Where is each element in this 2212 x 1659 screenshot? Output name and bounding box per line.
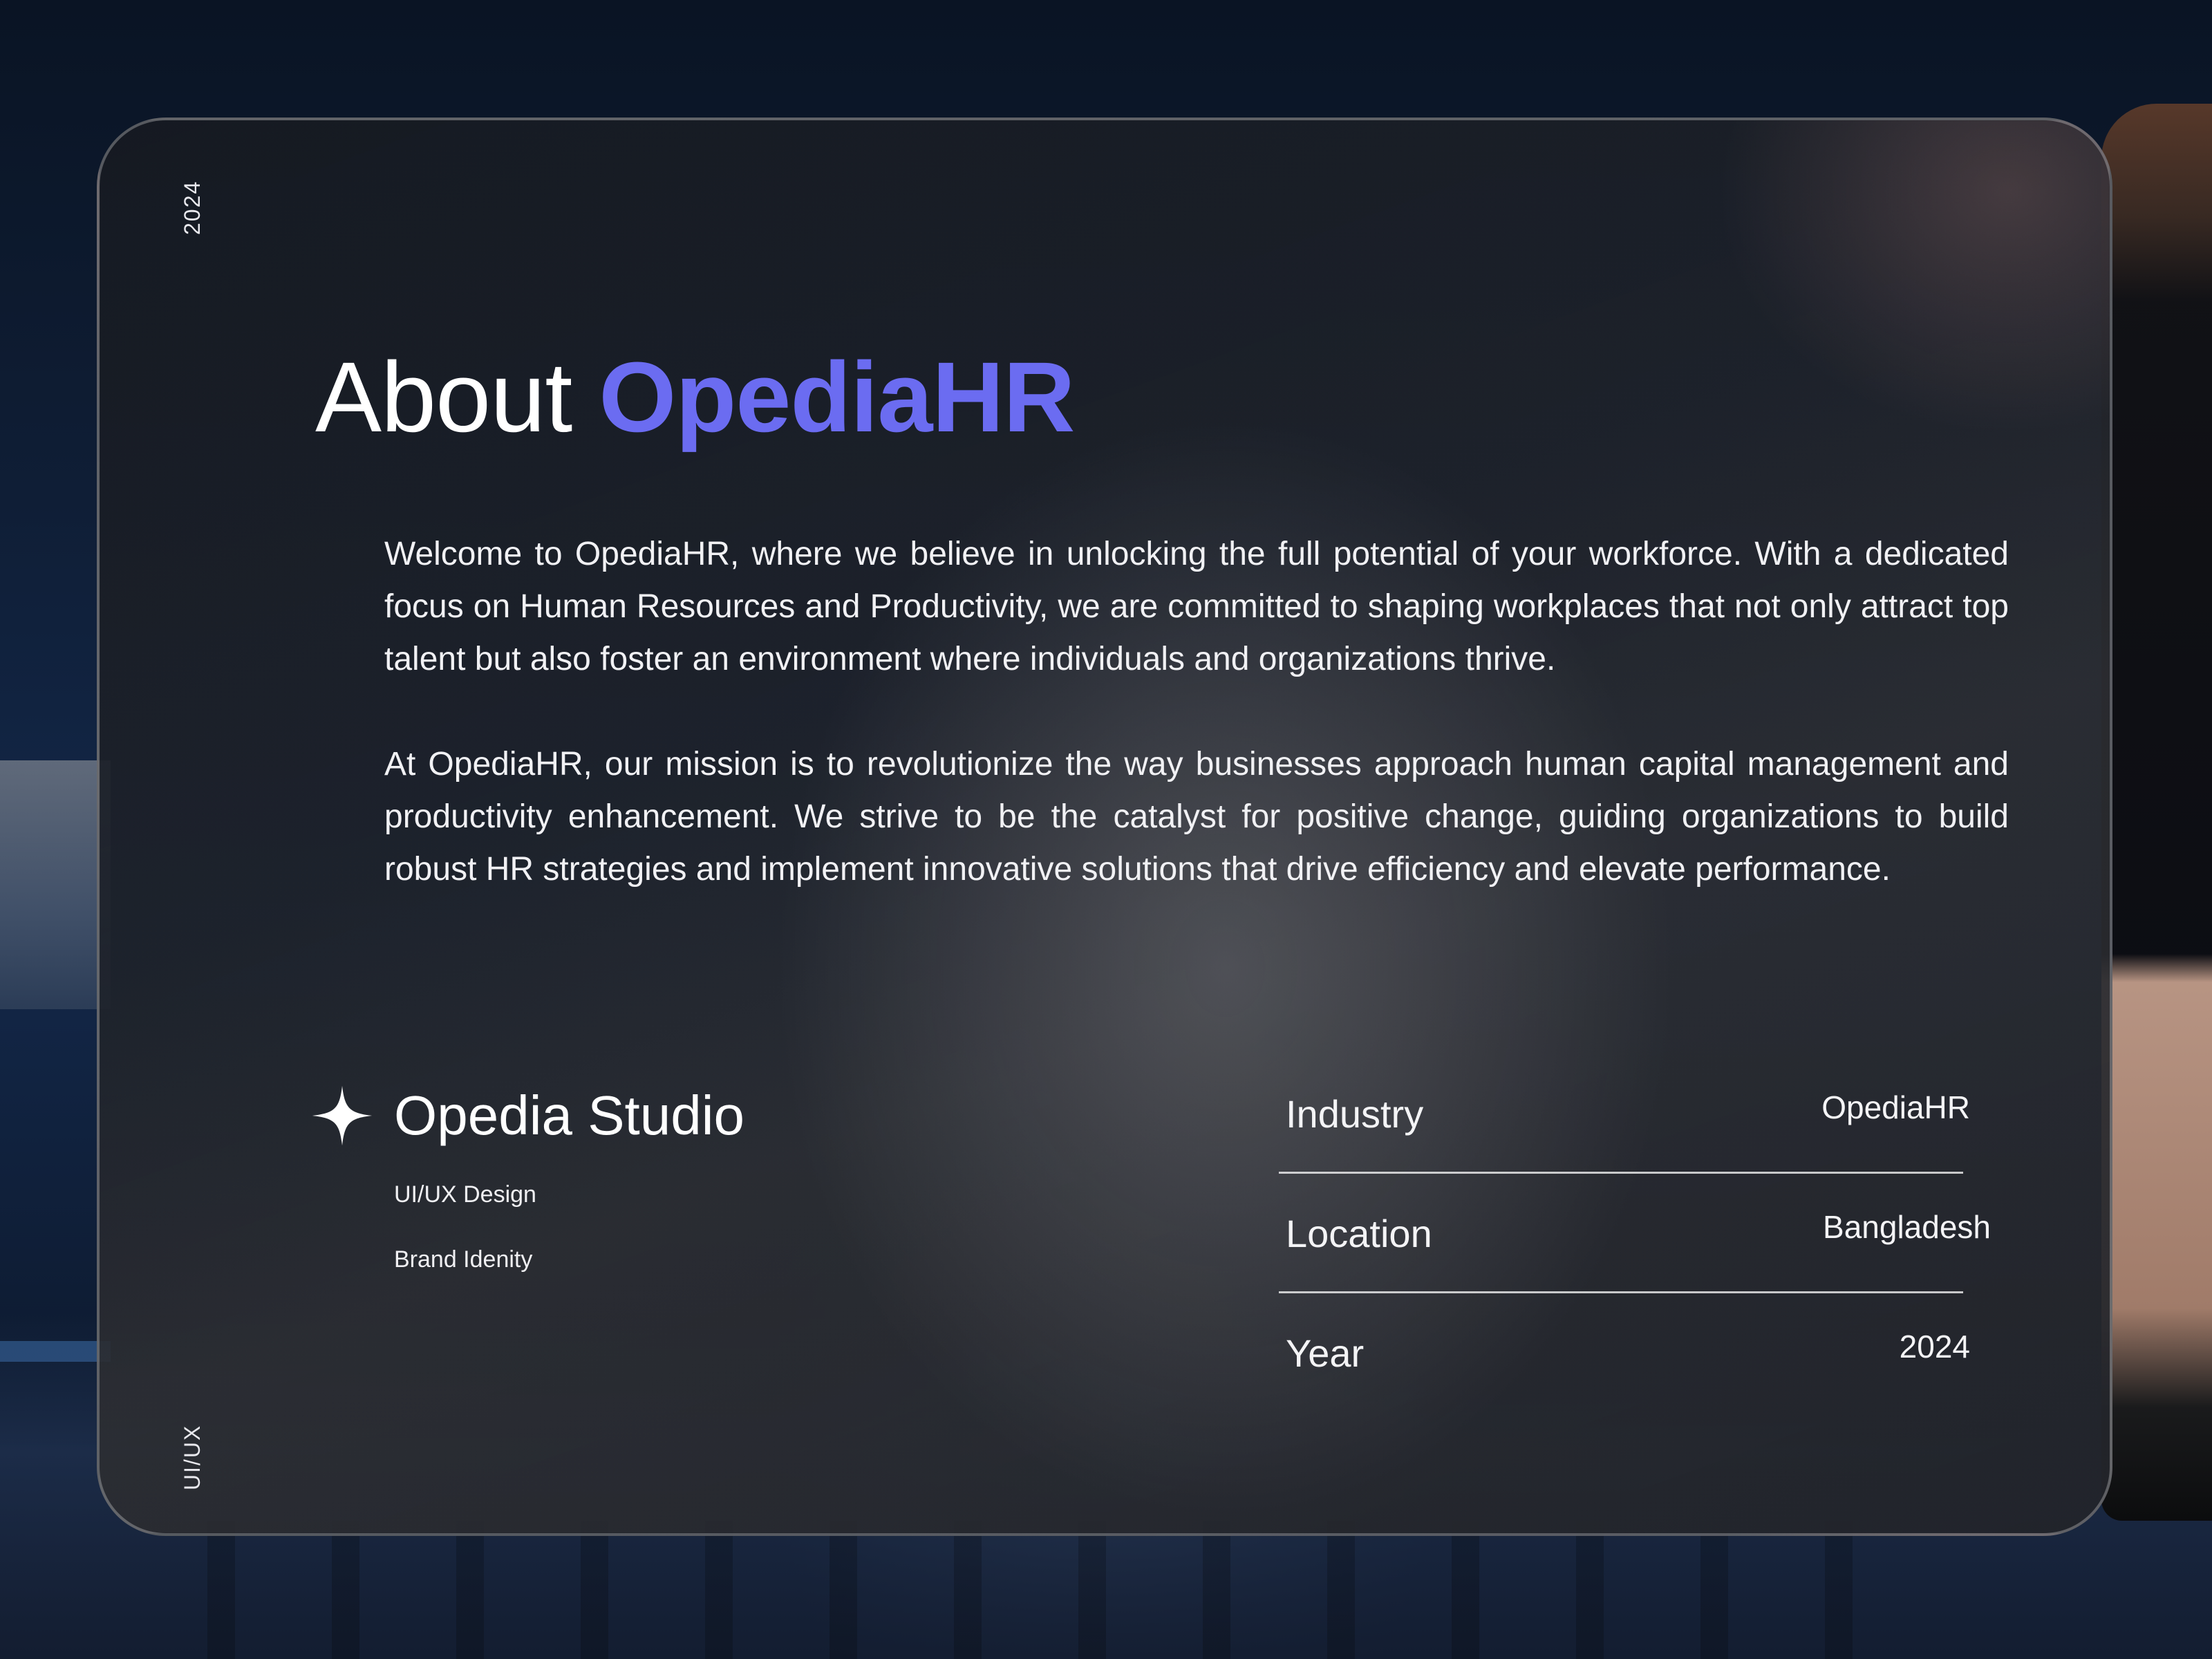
background-shadows: [207, 1521, 1866, 1659]
info-label: Industry: [1286, 1092, 1424, 1136]
sparkle-icon: [312, 1085, 373, 1146]
slide-background: 2024 UI/UX About OpediaHR Welcome to Ope…: [0, 0, 2212, 1659]
title-prefix: About: [315, 341, 572, 453]
mission-paragraph: At OpediaHR, our mission is to revolutio…: [384, 746, 2009, 888]
studio-tag: UI/UX Design: [394, 1181, 536, 1208]
title-brand: OpediaHR: [599, 341, 1075, 453]
studio-name: Opedia Studio: [394, 1085, 745, 1146]
project-info: Industry OpediaHR Location Bangladesh Ye…: [1279, 1078, 1991, 1436]
studio-tags: UI/UX Design Brand Idenity: [394, 1181, 536, 1311]
studio-tag: Brand Idenity: [394, 1246, 533, 1273]
info-row-location: Location Bangladesh: [1279, 1197, 1991, 1317]
divider: [1279, 1172, 1963, 1174]
info-value: OpediaHR: [1821, 1089, 1970, 1125]
background-accent-strip: [0, 1341, 111, 1362]
info-value: Bangladesh: [1823, 1209, 1991, 1245]
side-category-label: UI/UX: [180, 1424, 205, 1490]
intro-paragraph: Welcome to OpediaHR, where we believe in…: [384, 536, 2009, 677]
page-title: About OpediaHR: [315, 340, 1075, 455]
info-row-year: Year 2024: [1279, 1317, 1970, 1436]
info-label: Location: [1286, 1212, 1432, 1255]
about-card: 2024 UI/UX About OpediaHR Welcome to Ope…: [97, 118, 2112, 1536]
info-value: 2024: [1899, 1329, 1970, 1365]
divider: [1279, 1291, 1963, 1293]
info-label: Year: [1286, 1331, 1365, 1375]
background-person: [2101, 104, 2212, 1521]
background-window: [0, 760, 111, 1009]
side-year-label: 2024: [180, 180, 205, 235]
about-text: Welcome to OpediaHR, where we believe in…: [384, 528, 2009, 948]
info-row-industry: Industry OpediaHR: [1279, 1078, 1970, 1197]
